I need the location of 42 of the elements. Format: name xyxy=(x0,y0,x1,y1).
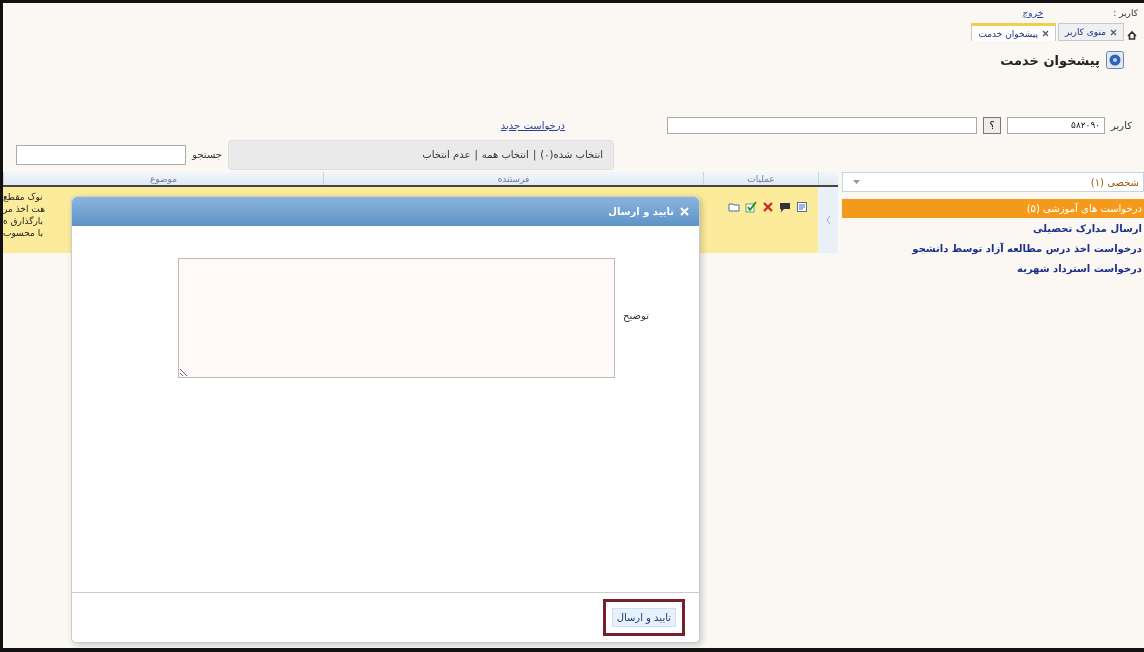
comment-icon[interactable] xyxy=(779,201,791,213)
home-icon[interactable] xyxy=(1126,29,1138,41)
column-header: فرستنده xyxy=(323,172,703,185)
subject-text: با محسوب xyxy=(3,227,44,239)
subject-text: هت اخذ مر xyxy=(3,203,46,215)
search-label: جستجو xyxy=(192,149,222,160)
caret-icon xyxy=(853,180,860,184)
sidebar-item[interactable]: ارسال مدارک تحصیلی xyxy=(842,218,1144,238)
submit-button[interactable]: تایید و ارسال xyxy=(611,608,676,627)
selection-link[interactable]: انتخاب شده(۰) xyxy=(540,149,603,160)
user-input-field[interactable]: ۵۸۲۰۹۰ xyxy=(1007,116,1106,134)
user-label: کاربر : xyxy=(1113,7,1138,18)
selection-link[interactable]: انتخاب همه xyxy=(481,149,529,160)
approve-icon[interactable] xyxy=(745,201,757,213)
separator: | xyxy=(474,149,478,160)
close-icon[interactable] xyxy=(1110,28,1117,36)
sidebar-item[interactable]: درخواست اخذ درس مطالعه آزاد توسط دانشجو xyxy=(842,238,1144,258)
tab[interactable]: منوی کاربر xyxy=(1058,23,1124,41)
column-header: موضوع xyxy=(3,172,323,185)
name-input-field[interactable] xyxy=(667,116,978,134)
description-field[interactable] xyxy=(178,258,616,378)
separator: | xyxy=(532,149,537,160)
subject-text: نوک مقطع xyxy=(3,191,44,203)
close-icon[interactable] xyxy=(1042,30,1050,37)
service-icon xyxy=(1106,51,1124,69)
new-request-link[interactable]: درخواست جدید xyxy=(500,119,566,131)
category-dropdown[interactable]: شخصی (۱) xyxy=(842,172,1144,192)
folder-icon[interactable] xyxy=(728,201,740,213)
page-title: پیشخوان خدمت xyxy=(1000,52,1100,68)
description-label: توضیح xyxy=(623,310,649,321)
subject-text: بارگذارق ه xyxy=(3,215,44,227)
user-field-label: کاربر xyxy=(1111,119,1132,131)
logout-link[interactable]: خروج xyxy=(1022,7,1044,18)
selection-link[interactable]: عدم انتخاب xyxy=(422,149,471,160)
delete-icon[interactable] xyxy=(762,201,774,213)
tab[interactable]: پیشخوان خدمت xyxy=(971,23,1057,41)
column-header: عملیات xyxy=(703,172,818,185)
search-field[interactable] xyxy=(16,144,187,165)
help-button[interactable]: ؟ xyxy=(983,116,1002,134)
dialog-title: تایید و ارسال xyxy=(608,206,674,217)
document-icon[interactable] xyxy=(796,201,808,213)
sidebar-item[interactable]: درخواست استرداد شهریه xyxy=(842,258,1144,278)
